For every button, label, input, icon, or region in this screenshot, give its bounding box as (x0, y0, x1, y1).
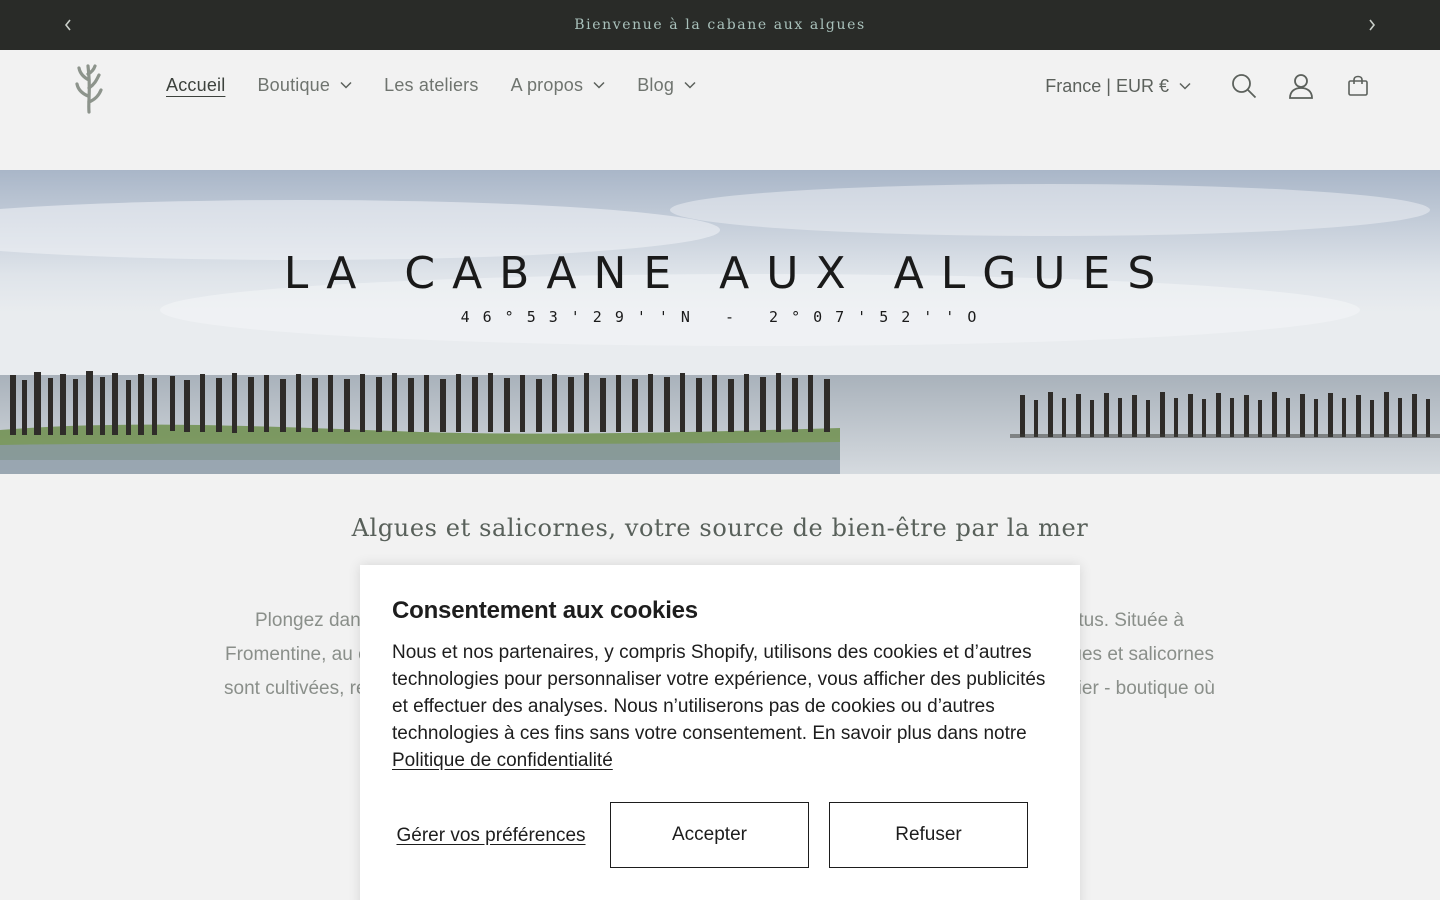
nav-item-apropos[interactable]: A propos (495, 75, 622, 96)
announcement-next-button[interactable] (1360, 13, 1384, 37)
chevron-down-icon (1179, 82, 1191, 90)
intro-line-1-right: rtus. Située à (1072, 610, 1184, 631)
main-nav: Accueil Boutique Les ateliers A propos B… (150, 66, 712, 104)
announcement-bar: Bienvenue à la cabane aux algues (0, 0, 1440, 50)
nav-item-accueil[interactable]: Accueil (150, 75, 241, 96)
cookie-consent-dialog: Consentement aux cookies Nous et nos par… (360, 565, 1080, 900)
intro-line-2-right: gues et salicornes (1060, 644, 1214, 665)
chevron-down-icon (684, 81, 696, 89)
privacy-policy-link[interactable]: Politique de confidentialité (392, 750, 613, 771)
cart-button[interactable] (1336, 64, 1380, 108)
header-actions: France | EUR € (1045, 64, 1380, 108)
nav-item-label: A propos (510, 74, 584, 95)
intro-line-3-right: lier - boutique où (1073, 678, 1215, 699)
locale-label: France | EUR € (1045, 75, 1169, 96)
chevron-down-icon (340, 81, 352, 89)
search-button[interactable] (1222, 64, 1266, 108)
hero-coordinates: 46°53'29''N - 2°07'52''O (460, 308, 990, 326)
intro-line-1-left: Plongez dans (255, 610, 371, 631)
refuse-button[interactable]: Refuser (829, 802, 1028, 868)
intro-title: Algues et salicornes, votre source de bi… (351, 514, 1089, 542)
chevron-left-icon (64, 19, 71, 31)
site-header: Accueil Boutique Les ateliers A propos B… (0, 50, 1440, 170)
intro-line-2-left: Fromentine, au c (225, 644, 368, 665)
cart-icon (1348, 75, 1368, 96)
seaweed-logo-icon (75, 64, 103, 114)
account-button[interactable] (1279, 64, 1323, 108)
nav-item-boutique[interactable]: Boutique (241, 75, 368, 96)
announcement-text: Bienvenue à la cabane aux algues (574, 17, 866, 33)
nav-item-ateliers[interactable]: Les ateliers (368, 75, 494, 96)
account-icon (1289, 74, 1313, 99)
chevron-right-icon (1369, 19, 1376, 31)
cookie-body-text: Nous et nos partenaires, y compris Shopi… (392, 642, 1046, 744)
nav-item-label: Boutique (257, 74, 331, 95)
intro-line-3-left: sont cultivées, ré (224, 678, 367, 699)
chevron-down-icon (593, 81, 605, 89)
search-icon (1232, 74, 1257, 99)
cookie-dialog-body: Nous et nos partenaires, y compris Shopi… (392, 639, 1048, 774)
site-logo[interactable] (72, 62, 108, 114)
accept-button[interactable]: Accepter (610, 802, 809, 868)
nav-item-blog[interactable]: Blog (621, 75, 712, 96)
nav-item-label: Blog (637, 74, 675, 95)
locale-selector[interactable]: France | EUR € (1045, 76, 1191, 97)
announcement-prev-button[interactable] (56, 13, 80, 37)
nav-item-label: Accueil (166, 74, 226, 95)
nav-item-label: Les ateliers (384, 74, 479, 95)
manage-preferences-link[interactable]: Gérer vos préférences (392, 823, 590, 848)
cookie-dialog-title: Consentement aux cookies (392, 597, 698, 624)
hero-title: LA CABANE AUX ALGUES (283, 248, 1173, 299)
cookie-actions: Gérer vos préférences Accepter Refuser (392, 802, 1048, 868)
